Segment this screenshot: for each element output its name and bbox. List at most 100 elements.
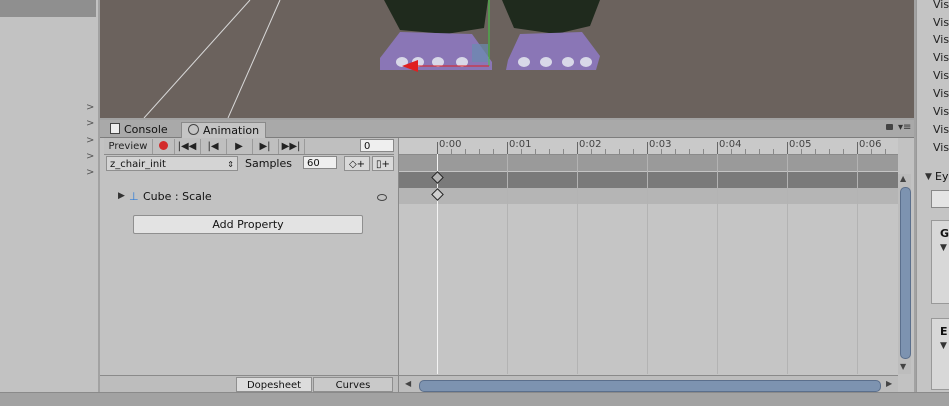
inspector-row[interactable]: Vis (933, 67, 949, 84)
inspector-row[interactable]: Vis (933, 0, 949, 13)
timeline-gridline (577, 154, 578, 374)
ruler-minor-tick (689, 149, 690, 154)
inspector-panel: Vis Vis Vis Vis Vis Vis Vis Vis Vis ▼ Ey… (916, 0, 949, 392)
preview-button[interactable]: Preview (104, 139, 153, 154)
step-forward-icon: ▶| (259, 141, 271, 152)
foldout-arrow-icon[interactable]: ▼ (925, 172, 932, 182)
lock-icon[interactable] (886, 124, 893, 130)
ruler-minor-tick (563, 149, 564, 154)
property-key-row[interactable] (399, 188, 898, 204)
property-label[interactable]: Cube : Scale (143, 190, 212, 203)
ruler-minor-tick (675, 149, 676, 154)
ruler-minor-tick (619, 149, 620, 154)
timeline-gridline (717, 154, 718, 374)
step-back-icon: |◀ (207, 141, 219, 152)
record-button[interactable] (152, 139, 175, 154)
tab-animation-label: Animation (203, 124, 260, 137)
ruler-minor-tick (465, 149, 466, 154)
inspector-row[interactable]: Vis (933, 139, 949, 156)
add-keyframe-button[interactable]: ◇+ (344, 156, 370, 171)
timeline-gridline (647, 154, 648, 374)
vertical-scroll-thumb[interactable] (900, 187, 911, 359)
samples-field[interactable]: 60 (303, 156, 337, 169)
inspector-row[interactable]: Vis (933, 14, 949, 31)
expand-arrow-icon[interactable]: > (86, 119, 94, 129)
events-row[interactable] (399, 155, 898, 171)
clip-dropdown[interactable]: z_chair_init ⇕ (106, 156, 238, 171)
horizontal-scroll-thumb[interactable] (419, 380, 881, 392)
add-property-button[interactable]: Add Property (133, 215, 363, 234)
ruler-minor-tick (591, 149, 592, 154)
dopesheet-button[interactable]: Dopesheet (236, 377, 312, 392)
horizontal-scrollbar[interactable]: ◀ ▶ (399, 375, 898, 393)
menu-icon[interactable]: ▾≡ (898, 122, 911, 133)
animation-window: Preview |◀◀ |◀ ▶ ▶| ▶▶| 0 z_chair_init ⇕… (100, 138, 914, 393)
prev-key-button[interactable]: |◀ (200, 139, 227, 154)
ruler-major-tick (717, 142, 718, 154)
tab-animation[interactable]: Animation (181, 122, 267, 138)
vertical-scrollbar[interactable]: ▲ ▼ (898, 174, 911, 374)
inspector-row[interactable]: Vis (933, 121, 949, 138)
next-key-button[interactable]: ▶| (252, 139, 279, 154)
ruler-minor-tick (731, 149, 732, 154)
ruler-minor-tick (885, 149, 886, 154)
dopesheet-timeline[interactable]: 0:00 0:01 0:02 0:03 0:04 0:05 0:06 (399, 138, 898, 392)
inspector-row[interactable]: Vis (933, 103, 949, 120)
curves-button[interactable]: Curves (313, 377, 393, 392)
view-mode-bar: Dopesheet Curves (100, 375, 398, 393)
play-button[interactable]: ▶ (226, 139, 253, 154)
clock-icon (188, 124, 199, 135)
add-event-icon: ▯+ (376, 159, 390, 170)
timeline-gridline (857, 154, 858, 374)
ruler-major-tick (437, 142, 438, 154)
inspector-box: G ▼ (931, 220, 949, 304)
expand-arrow-icon[interactable]: > (86, 103, 94, 113)
scroll-down-icon[interactable]: ▼ (900, 362, 906, 371)
ruler-minor-tick (549, 149, 550, 154)
ruler-minor-tick (633, 149, 634, 154)
add-keyframe-icon: ◇+ (348, 159, 366, 170)
ruler-minor-tick (479, 149, 480, 154)
frame-field[interactable]: 0 (360, 139, 394, 152)
ruler-minor-tick (703, 149, 704, 154)
inspector-field[interactable] (931, 190, 949, 208)
inspector-row[interactable]: Vis (933, 85, 949, 102)
samples-label: Samples (245, 157, 292, 170)
ruler-minor-tick (605, 149, 606, 154)
status-bar (0, 392, 949, 406)
scroll-right-icon[interactable]: ▶ (886, 379, 892, 388)
window-tab-bar: Console Animation ▾≡ (100, 120, 914, 138)
add-event-button[interactable]: ▯+ (372, 156, 394, 171)
expand-arrow-icon[interactable]: > (86, 152, 94, 162)
scene-view[interactable] (100, 0, 914, 118)
scroll-left-icon[interactable]: ◀ (405, 379, 411, 388)
dropdown-arrow-icon: ⇕ (227, 160, 234, 169)
record-icon (158, 141, 168, 150)
ruler-major-tick (507, 142, 508, 154)
expand-arrow-icon[interactable]: ▶ (118, 191, 125, 201)
ruler-minor-tick (815, 149, 816, 154)
scroll-up-icon[interactable]: ▲ (900, 174, 906, 183)
expand-arrow-icon[interactable]: > (86, 136, 94, 146)
foldout-arrow-icon[interactable]: ▼ (940, 341, 947, 351)
ruler-minor-tick (451, 149, 452, 154)
last-key-button[interactable]: ▶▶| (278, 139, 305, 154)
ruler-major-tick (577, 142, 578, 154)
time-ruler[interactable]: 0:00 0:01 0:02 0:03 0:04 0:05 0:06 (399, 138, 898, 155)
hierarchy-panel: > > > > > (0, 0, 98, 392)
skip-start-icon: |◀◀ (177, 141, 197, 152)
skip-end-icon: ▶▶| (281, 141, 301, 152)
ruler-minor-tick (829, 149, 830, 154)
hierarchy-selected-row[interactable] (0, 0, 96, 17)
ruler-minor-tick (773, 149, 774, 154)
first-key-button[interactable]: |◀◀ (174, 139, 201, 154)
expand-arrow-icon[interactable]: > (86, 168, 94, 178)
summary-row[interactable] (399, 172, 898, 188)
inspector-row[interactable]: Vis (933, 49, 949, 66)
transform-icon: ⊥ (129, 190, 139, 203)
tab-console[interactable]: Console (104, 122, 174, 137)
property-options-icon[interactable] (377, 194, 387, 201)
foldout-arrow-icon[interactable]: ▼ (940, 243, 947, 253)
inspector-row[interactable]: Vis (933, 31, 949, 48)
ruler-minor-tick (661, 149, 662, 154)
